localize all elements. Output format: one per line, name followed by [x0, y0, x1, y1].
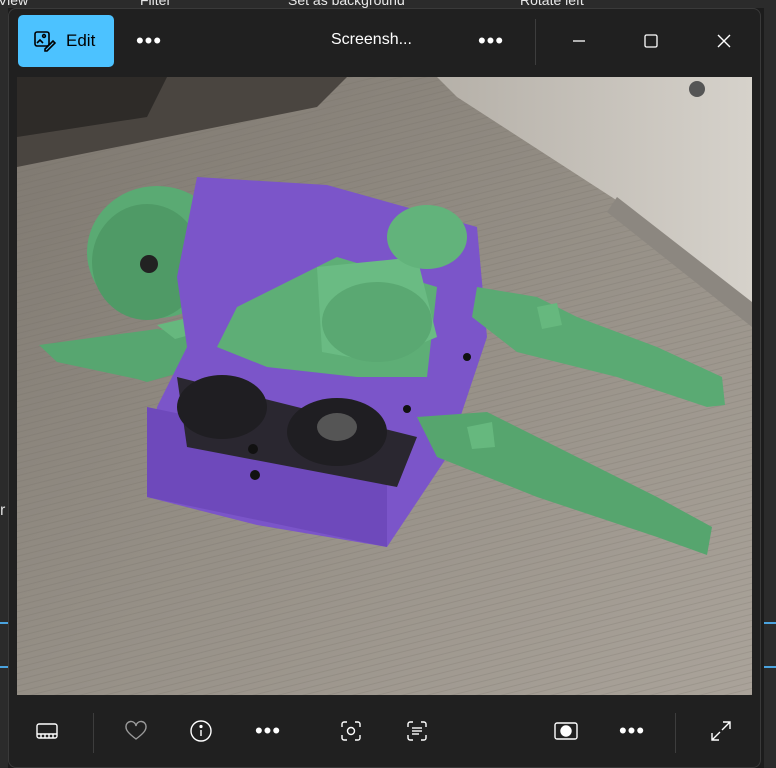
- toolbar-more-button[interactable]: •••: [248, 711, 288, 751]
- bottom-toolbar: ••• •••: [9, 699, 760, 767]
- maximize-icon: [644, 34, 658, 48]
- more-icon: •••: [135, 28, 163, 53]
- minimize-icon: [573, 40, 585, 42]
- toolbar-divider: [93, 713, 94, 753]
- title-divider: [535, 19, 536, 65]
- info-icon: [190, 720, 212, 742]
- title-more-button[interactable]: •••: [471, 23, 511, 59]
- filmstrip-button[interactable]: [27, 711, 67, 751]
- text-scan-icon: [407, 721, 427, 741]
- close-button[interactable]: [702, 21, 746, 61]
- background-view-label: View: [0, 0, 29, 8]
- edit-button[interactable]: Edit: [18, 15, 114, 67]
- visual-search-icon: [341, 721, 361, 741]
- maximize-button[interactable]: [629, 21, 673, 61]
- info-button[interactable]: [181, 711, 221, 751]
- more-options-button[interactable]: •••: [129, 23, 169, 59]
- photo-viewport[interactable]: [17, 77, 752, 695]
- background-app-right-edge: [764, 8, 776, 768]
- minimize-button[interactable]: [557, 21, 601, 61]
- fullscreen-icon: [711, 721, 731, 741]
- background-accent-line: [764, 666, 776, 668]
- file-title: Screensh...: [331, 31, 412, 48]
- photo-viewer-window: Edit ••• Screensh... ••• ••• •••: [8, 8, 761, 768]
- edit-image-icon: [32, 29, 56, 53]
- fullscreen-button[interactable]: [701, 711, 741, 751]
- favorite-button[interactable]: [116, 711, 156, 751]
- favorite-heart-icon: [125, 720, 147, 740]
- background-accent-line: [764, 622, 776, 624]
- filmstrip-icon: [36, 723, 58, 739]
- title-bar: Edit ••• Screensh... •••: [9, 9, 760, 75]
- more-icon: •••: [254, 718, 282, 743]
- text-scan-button[interactable]: [397, 711, 437, 751]
- more-icon: •••: [618, 718, 646, 743]
- background-filter-label: Filter: [140, 0, 172, 8]
- background-accent-line: [0, 666, 8, 668]
- more-icon: •••: [477, 28, 505, 53]
- background-set-bg-label: Set as background: [288, 0, 405, 8]
- visual-search-button[interactable]: [331, 711, 371, 751]
- close-icon: [717, 34, 731, 48]
- background-blur-icon: [554, 722, 578, 740]
- background-app-toolbar: View Filter Set as background Rotate lef…: [0, 0, 776, 8]
- background-fragment-text: r: [0, 502, 6, 519]
- toolbar-divider-right: [675, 713, 676, 753]
- background-blur-button[interactable]: [546, 711, 586, 751]
- background-rotate-label: Rotate left: [520, 0, 584, 8]
- toolbar-more-button-right[interactable]: •••: [612, 711, 652, 751]
- background-app-left-edge: r: [0, 8, 8, 768]
- background-accent-line: [0, 622, 8, 624]
- edit-label: Edit: [66, 31, 96, 50]
- robot-photo: [17, 77, 752, 695]
